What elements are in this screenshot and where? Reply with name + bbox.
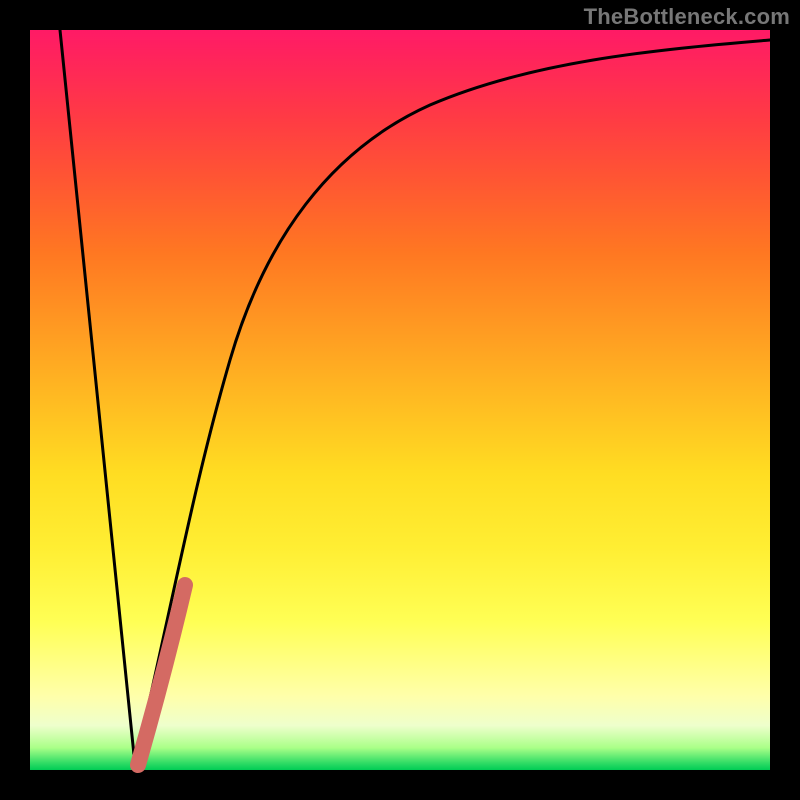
curve-rising-black	[135, 40, 770, 765]
curve-falling-black	[60, 30, 135, 765]
chart-svg	[30, 30, 770, 770]
watermark-text: TheBottleneck.com	[584, 4, 790, 30]
chart-frame: TheBottleneck.com	[0, 0, 800, 800]
highlight-segment	[138, 585, 185, 765]
plot-area	[30, 30, 770, 770]
